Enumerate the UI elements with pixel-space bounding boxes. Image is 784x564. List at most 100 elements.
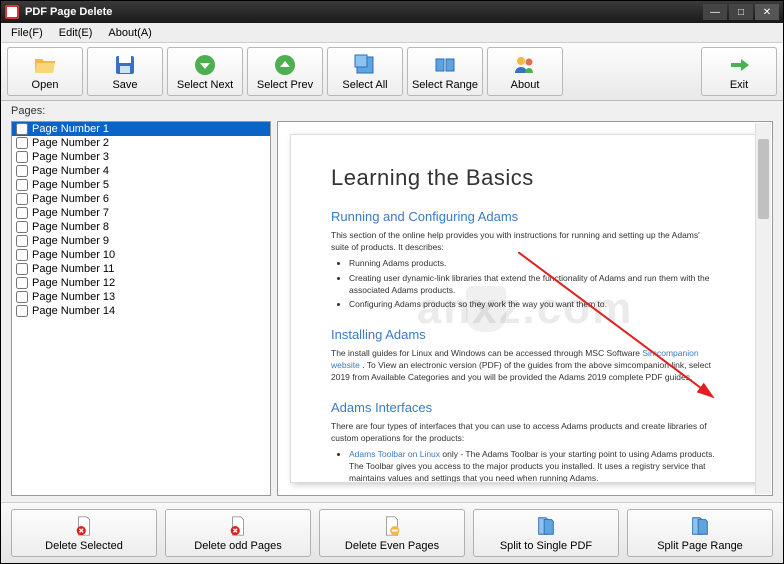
page-checkbox[interactable]	[16, 235, 28, 247]
page-delete-even-icon	[380, 514, 404, 538]
page-item-label: Page Number 10	[32, 249, 115, 261]
arrow-down-circle-icon	[193, 53, 217, 77]
page-item-label: Page Number 9	[32, 235, 109, 247]
page-item-label: Page Number 7	[32, 207, 109, 219]
page-item-label: Page Number 13	[32, 291, 115, 303]
about-label: About	[511, 79, 540, 91]
select-range-button[interactable]: Select Range	[407, 47, 483, 96]
page-list-item[interactable]: Page Number 2	[12, 136, 270, 150]
app-icon	[5, 5, 19, 19]
page-delete-odd-icon	[226, 514, 250, 538]
preview-text: The install guides for Linux and Windows…	[331, 348, 719, 384]
page-list-item[interactable]: Page Number 5	[12, 178, 270, 192]
preview-subhead-install: Installing Adams	[331, 327, 719, 342]
page-checkbox[interactable]	[16, 291, 28, 303]
menu-file[interactable]: File(F)	[3, 25, 51, 41]
about-button[interactable]: About	[487, 47, 563, 96]
preview-text: This section of the online help provides…	[331, 230, 719, 254]
page-item-label: Page Number 14	[32, 305, 115, 317]
exit-label: Exit	[730, 79, 748, 91]
split-single-button[interactable]: Split to Single PDF	[473, 509, 619, 557]
preview-heading: Learning the Basics	[331, 165, 719, 191]
arrow-right-icon	[727, 53, 751, 77]
scroll-thumb[interactable]	[758, 139, 769, 219]
people-icon	[513, 53, 537, 77]
preview-subhead-running: Running and Configuring Adams	[331, 209, 719, 224]
maximize-button[interactable]: □	[729, 4, 753, 20]
menu-about[interactable]: About(A)	[100, 25, 159, 41]
split-single-label: Split to Single PDF	[500, 540, 592, 552]
page-list-item[interactable]: Page Number 1	[12, 122, 270, 136]
preview-subhead-interfaces: Adams Interfaces	[331, 400, 719, 415]
preview-scrollbar[interactable]	[755, 123, 771, 494]
menu-edit[interactable]: Edit(E)	[51, 25, 101, 41]
preview-list-item: Adams Toolbar on Linux only - The Adams …	[349, 449, 719, 483]
page-list-item[interactable]: Page Number 12	[12, 276, 270, 290]
page-checkbox[interactable]	[16, 249, 28, 261]
split-range-button[interactable]: Split Page Range	[627, 509, 773, 557]
open-button[interactable]: Open	[7, 47, 83, 96]
page-list-item[interactable]: Page Number 9	[12, 234, 270, 248]
page-item-label: Page Number 5	[32, 179, 109, 191]
page-checkbox[interactable]	[16, 263, 28, 275]
page-list-item[interactable]: Page Number 7	[12, 206, 270, 220]
close-button[interactable]: ✕	[755, 4, 779, 20]
delete-odd-label: Delete odd Pages	[194, 540, 281, 552]
page-checkbox[interactable]	[16, 123, 28, 135]
page-checkbox[interactable]	[16, 305, 28, 317]
bottom-toolbar: Delete Selected Delete odd Pages Delete …	[1, 502, 783, 563]
page-list[interactable]: Page Number 1Page Number 2Page Number 3P…	[11, 121, 271, 496]
menubar: File(F) Edit(E) About(A)	[1, 23, 783, 43]
page-checkbox[interactable]	[16, 137, 28, 149]
select-all-button[interactable]: Select All	[327, 47, 403, 96]
page-item-label: Page Number 12	[32, 277, 115, 289]
page-list-item[interactable]: Page Number 11	[12, 262, 270, 276]
page-checkbox[interactable]	[16, 165, 28, 177]
split-range-label: Split Page Range	[657, 540, 743, 552]
page-list-item[interactable]: Page Number 13	[12, 290, 270, 304]
page-checkbox[interactable]	[16, 151, 28, 163]
preview-link[interactable]: Adams Toolbar on Linux	[349, 449, 440, 459]
save-button[interactable]: Save	[87, 47, 163, 96]
preview-list-item: Running Adams products.	[349, 258, 719, 270]
folder-open-icon	[33, 53, 57, 77]
minimize-button[interactable]: —	[703, 4, 727, 20]
page-list-item[interactable]: Page Number 14	[12, 304, 270, 318]
page-checkbox[interactable]	[16, 179, 28, 191]
page-list-item[interactable]: Page Number 6	[12, 192, 270, 206]
preview-list: Running Adams products. Creating user dy…	[349, 258, 719, 312]
delete-selected-button[interactable]: Delete Selected	[11, 509, 157, 557]
select-range-icon	[433, 53, 457, 77]
page-checkbox[interactable]	[16, 277, 28, 289]
page-item-label: Page Number 11	[32, 263, 114, 275]
page-list-item[interactable]: Page Number 4	[12, 164, 270, 178]
delete-odd-button[interactable]: Delete odd Pages	[165, 509, 311, 557]
preview-list-item: Creating user dynamic-link libraries tha…	[349, 273, 719, 297]
arrow-up-circle-icon	[273, 53, 297, 77]
select-prev-button[interactable]: Select Prev	[247, 47, 323, 96]
select-prev-label: Select Prev	[257, 79, 313, 91]
delete-selected-label: Delete Selected	[45, 540, 123, 552]
exit-button[interactable]: Exit	[701, 47, 777, 96]
save-icon	[113, 53, 137, 77]
toolbar: Open Save Select Next Select Prev Select…	[1, 43, 783, 101]
window-title: PDF Page Delete	[25, 6, 703, 18]
page-checkbox[interactable]	[16, 221, 28, 233]
main-area: Page Number 1Page Number 2Page Number 3P…	[1, 121, 783, 502]
preview-list-item: Configuring Adams products so they work …	[349, 299, 719, 311]
preview-list: Adams Toolbar on Linux only - The Adams …	[349, 449, 719, 483]
select-all-label: Select All	[342, 79, 387, 91]
preview-panel: anxz.com Learning the Basics Running and…	[277, 121, 773, 496]
page-list-item[interactable]: Page Number 3	[12, 150, 270, 164]
page-list-item[interactable]: Page Number 8	[12, 220, 270, 234]
delete-even-button[interactable]: Delete Even Pages	[319, 509, 465, 557]
page-item-label: Page Number 6	[32, 193, 109, 205]
pdf-preview-page: Learning the Basics Running and Configur…	[290, 134, 760, 483]
app-window: PDF Page Delete — □ ✕ File(F) Edit(E) Ab…	[0, 0, 784, 564]
page-checkbox[interactable]	[16, 207, 28, 219]
page-item-label: Page Number 4	[32, 165, 109, 177]
select-next-button[interactable]: Select Next	[167, 47, 243, 96]
page-list-item[interactable]: Page Number 10	[12, 248, 270, 262]
titlebar: PDF Page Delete — □ ✕	[1, 1, 783, 23]
page-checkbox[interactable]	[16, 193, 28, 205]
